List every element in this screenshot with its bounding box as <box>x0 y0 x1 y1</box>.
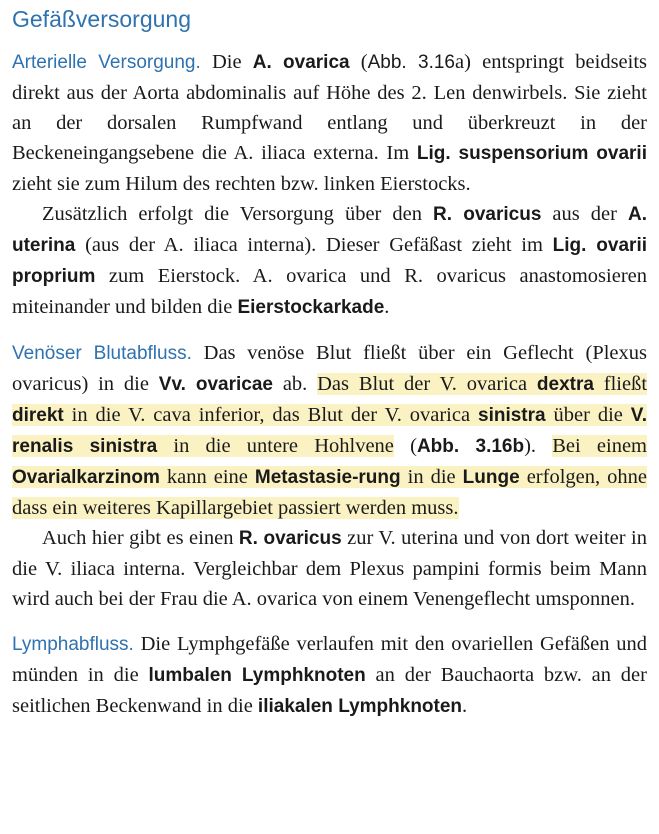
term-iliakale-lk: iliakalen Lymphknoten <box>257 696 463 717</box>
term-a-ovarica: A. ovarica <box>252 52 350 73</box>
figure-ref[interactable]: Abb. 3.16 <box>368 52 455 73</box>
term-eierstockarkade: Eierstockarkade <box>237 297 385 318</box>
lymph-paragraph: Lymphabfluss. Die Lymphgefäße verlaufen … <box>12 633 647 717</box>
term-lig-suspensorium: Lig. suspensorium ovarii <box>416 143 647 164</box>
term-r-ovaricus: R. ovaricus <box>433 204 542 225</box>
term-vv-ovaricae: Vv. ovaricae <box>158 374 273 395</box>
venous-lead: Venöser Blutabfluss. <box>12 343 192 364</box>
section-heading: Gefäßversorgung <box>12 6 191 32</box>
term-r-ovaricus-2: R. ovaricus <box>238 528 342 549</box>
document-page: Gefäßversorgung Arterielle Versorgung. D… <box>0 0 659 722</box>
lymph-lead: Lymphabfluss. <box>12 634 134 655</box>
venous-paragraph-1: Venöser Blutabfluss. Das venöse Blut fli… <box>12 342 648 519</box>
arterial-paragraph-2: Zusätzlich erfolgt die Versorgung über d… <box>12 203 647 318</box>
arterial-lead: Arterielle Versorgung. <box>12 52 201 73</box>
arterial-paragraph-1: Arterielle Versorgung. Die A. ovarica (A… <box>12 51 648 195</box>
venous-paragraph-2: Auch hier gibt es einen R. ovaricus zur … <box>12 527 647 610</box>
term-lumbale-lk: lumbalen Lymphknoten <box>148 665 366 686</box>
figure-ref[interactable]: Abb. 3.16b <box>417 436 524 457</box>
